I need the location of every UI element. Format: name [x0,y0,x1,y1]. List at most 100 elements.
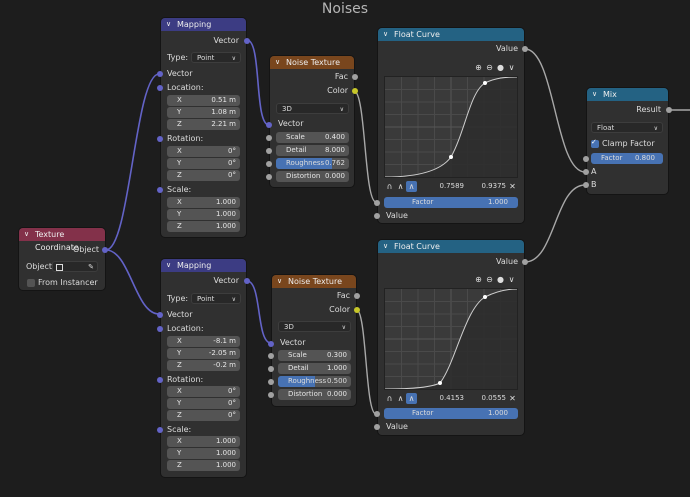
scale-x-field[interactable]: X 1.000 [167,436,240,447]
vector-input-socket[interactable] [157,312,163,318]
auto-clamped-handle-icon[interactable]: ∧ [406,181,417,192]
chevron-down-icon[interactable]: ∨ [506,62,517,73]
rotation-z-field[interactable]: Z 0° [167,170,240,181]
value-output-socket[interactable] [522,259,528,265]
zoom-in-icon[interactable]: ⊕ [473,274,484,285]
color-output-socket[interactable] [352,88,358,94]
distortion-input-socket[interactable] [266,174,272,180]
scale-z-field[interactable]: Z 1.000 [167,221,240,232]
scale-field[interactable]: Scale 0.400 [276,132,349,143]
node-header[interactable]: ∨ Mix [587,88,668,101]
node-header[interactable]: ∨ Noise Texture [270,56,354,69]
node-header[interactable]: ∨ Mapping [161,18,246,31]
detail-field[interactable]: Detail 8.000 [276,145,349,156]
node-header[interactable]: ∨ Float Curve [378,240,524,253]
scale-y-field[interactable]: Y 1.000 [167,209,240,220]
zoom-out-icon[interactable]: ⊖ [484,274,495,285]
scale-field[interactable]: Scale 0.300 [278,350,351,361]
chevron-down-icon[interactable]: ∨ [166,259,171,272]
vector-output-socket[interactable] [244,38,250,44]
distortion-field[interactable]: Distortion 0.000 [278,389,351,400]
rotation-z-field[interactable]: Z 0° [167,410,240,421]
fac-output-socket[interactable] [354,293,360,299]
location-x-field[interactable]: X -8.1 m [167,336,240,347]
scale-input-socket[interactable] [157,187,163,193]
handle-dot-icon[interactable]: ● [495,62,506,73]
result-output-socket[interactable] [666,107,672,113]
data-type-dropdown[interactable]: Float ∨ [591,122,663,133]
value-input-socket[interactable] [374,424,380,430]
factor-slider[interactable]: Factor 0.800 [591,153,663,164]
auto-clamped-handle-icon[interactable]: ∧ [406,393,417,404]
float-curve-node-1[interactable]: ∨ Float Curve Value ⊕ ⊖ ● ∨ ∩ ∧ ∧ 0.7589 … [374,28,528,223]
location-z-field[interactable]: Z 2.21 m [167,119,240,130]
distortion-field[interactable]: Distortion 0.000 [276,171,349,182]
node-header[interactable]: ∨ Texture Coordinate [19,228,105,252]
chevron-down-icon[interactable]: ∨ [24,228,29,241]
mapping-node-2[interactable]: ∨ Mapping Vector Type: Point ∨ Vector Loca… [157,259,250,477]
location-y-field[interactable]: Y -2.05 m [167,348,240,359]
scale-input-socket[interactable] [268,353,274,359]
location-input-socket[interactable] [157,85,163,91]
auto-handle-icon[interactable]: ∧ [395,393,406,404]
zoom-out-icon[interactable]: ⊖ [484,62,495,73]
mix-node[interactable]: ∨ Mix Result Float ∨ ✓ Clamp Factor Factor… [583,88,672,194]
factor-input-socket[interactable] [374,200,380,206]
roughness-input-socket[interactable] [266,161,272,167]
dimension-dropdown[interactable]: 3D ∨ [278,321,351,332]
roughness-input-socket[interactable] [268,379,274,385]
location-x-field[interactable]: X 0.51 m [167,95,240,106]
rotation-y-field[interactable]: Y 0° [167,158,240,169]
b-input-socket[interactable] [583,182,589,188]
type-dropdown[interactable]: Point ∨ [191,52,241,63]
location-z-field[interactable]: Z -0.2 m [167,360,240,371]
eyedropper-icon[interactable]: ✎ [88,262,94,273]
object-picker[interactable]: ✎ [52,261,98,272]
factor-slider[interactable]: Factor 1.000 [384,197,518,208]
node-header[interactable]: ∨ Noise Texture [272,275,356,288]
point-x-field[interactable]: 0.4153 [420,393,465,404]
detail-input-socket[interactable] [266,148,272,154]
chevron-down-icon[interactable]: ∨ [275,56,280,69]
rotation-input-socket[interactable] [157,377,163,383]
node-header[interactable]: ∨ Float Curve [378,28,524,41]
distortion-input-socket[interactable] [268,392,274,398]
value-output-socket[interactable] [522,46,528,52]
roughness-slider[interactable]: Roughness 0.762 [276,158,349,169]
chevron-down-icon[interactable]: ∨ [383,240,388,253]
location-y-field[interactable]: Y 1.08 m [167,107,240,118]
detail-input-socket[interactable] [268,366,274,372]
texture-coordinate-node[interactable]: ∨ Texture Coordinate Object Object: ✎ Fro… [19,228,108,290]
noise-texture-node-1[interactable]: ∨ Noise Texture Fac Color 3D ∨ Vector Scal… [266,56,358,187]
vector-input-socket[interactable] [268,341,274,347]
scale-x-field[interactable]: X 1.000 [167,197,240,208]
object-output-socket[interactable] [102,247,108,253]
chevron-down-icon[interactable]: ∨ [277,275,282,288]
auto-handle-icon[interactable]: ∧ [395,181,406,192]
vector-handle-icon[interactable]: ∩ [384,181,395,192]
scale-z-field[interactable]: Z 1.000 [167,460,240,471]
point-y-field[interactable]: 0.0555 [466,393,507,404]
rotation-y-field[interactable]: Y 0° [167,398,240,409]
chevron-down-icon[interactable]: ∨ [592,88,597,101]
rotation-input-socket[interactable] [157,136,163,142]
scale-input-socket[interactable] [157,427,163,433]
factor-slider[interactable]: Factor 1.000 [384,408,518,419]
curve-editor[interactable] [384,76,518,178]
handle-dot-icon[interactable]: ● [495,274,506,285]
noise-texture-node-2[interactable]: ∨ Noise Texture Fac Color 3D ∨ Vector Scal… [268,275,360,406]
chevron-down-icon[interactable]: ∨ [506,274,517,285]
factor-input-socket[interactable] [374,411,380,417]
delete-point-icon[interactable]: ✕ [507,393,518,404]
node-header[interactable]: ∨ Mapping [161,259,246,272]
point-x-field[interactable]: 0.7589 [420,181,465,192]
type-dropdown[interactable]: Point ∨ [191,293,241,304]
a-input-socket[interactable] [583,169,589,175]
vector-input-socket[interactable] [266,122,272,128]
vector-output-socket[interactable] [244,278,250,284]
from-instancer-checkbox[interactable] [27,279,35,287]
fac-output-socket[interactable] [352,74,358,80]
value-input-socket[interactable] [374,213,380,219]
scale-y-field[interactable]: Y 1.000 [167,448,240,459]
zoom-in-icon[interactable]: ⊕ [473,62,484,73]
